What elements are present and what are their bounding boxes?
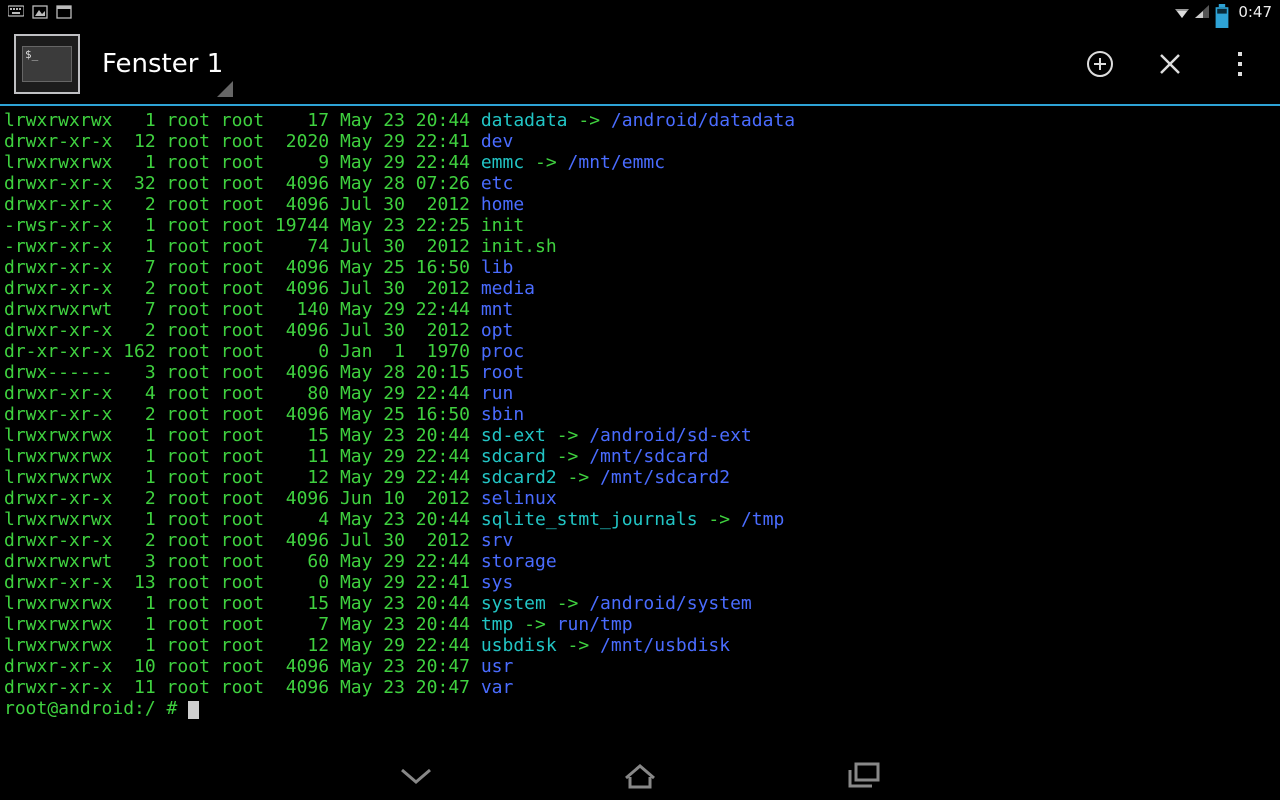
ls-row: drwxr-xr-x 2 root root 4096 Jun 10 2012 …	[4, 488, 1276, 509]
recent-icon	[846, 762, 882, 790]
ls-row: drwxr-xr-x 2 root root 4096 Jul 30 2012 …	[4, 320, 1276, 341]
wifi-icon	[1174, 4, 1190, 20]
window-icon	[56, 4, 72, 20]
back-icon	[396, 764, 436, 788]
signal-icon	[1194, 4, 1210, 20]
ls-row: lrwxrwxrwx 1 root root 11 May 29 22:44 s…	[4, 446, 1276, 467]
recent-apps-button[interactable]	[842, 760, 886, 792]
status-bar: 0:47	[0, 0, 1280, 24]
ls-row: lrwxrwxrwx 1 root root 7 May 23 20:44 tm…	[4, 614, 1276, 635]
status-left-icons	[8, 4, 72, 20]
ls-row: lrwxrwxrwx 1 root root 12 May 29 22:44 s…	[4, 467, 1276, 488]
overflow-menu-button[interactable]	[1214, 38, 1266, 90]
overflow-icon	[1236, 50, 1244, 78]
ls-row: lrwxrwxrwx 1 root root 4 May 23 20:44 sq…	[4, 509, 1276, 530]
ls-row: -rwsr-xr-x 1 root root 19744 May 23 22:2…	[4, 215, 1276, 236]
ls-row: drwx------ 3 root root 4096 May 28 20:15…	[4, 362, 1276, 383]
ls-row: drwxr-xr-x 11 root root 4096 May 23 20:4…	[4, 677, 1276, 698]
add-window-button[interactable]	[1074, 38, 1126, 90]
ls-row: drwxr-xr-x 2 root root 4096 Jul 30 2012 …	[4, 278, 1276, 299]
app-bar: Fenster 1	[0, 24, 1280, 106]
ls-row: -rwxr-xr-x 1 root root 74 Jul 30 2012 in…	[4, 236, 1276, 257]
ls-row: drwxr-xr-x 4 root root 80 May 29 22:44 r…	[4, 383, 1276, 404]
close-icon	[1157, 51, 1183, 77]
ls-row: drwxrwxrwt 7 root root 140 May 29 22:44 …	[4, 299, 1276, 320]
ls-row: drwxr-xr-x 7 root root 4096 May 25 16:50…	[4, 257, 1276, 278]
back-button[interactable]	[394, 760, 438, 792]
home-button[interactable]	[618, 760, 662, 792]
ls-row: drwxr-xr-x 12 root root 2020 May 29 22:4…	[4, 131, 1276, 152]
ls-row: drwxr-xr-x 2 root root 4096 Jul 30 2012 …	[4, 194, 1276, 215]
ls-row: lrwxrwxrwx 1 root root 9 May 29 22:44 em…	[4, 152, 1276, 173]
ls-row: lrwxrwxrwx 1 root root 15 May 23 20:44 s…	[4, 425, 1276, 446]
terminal-output[interactable]: lrwxrwxrwx 1 root root 17 May 23 20:44 d…	[0, 106, 1280, 719]
window-selector[interactable]: Fenster 1	[102, 49, 223, 79]
cursor	[188, 701, 199, 719]
ls-row: drwxr-xr-x 13 root root 0 May 29 22:41 s…	[4, 572, 1276, 593]
ls-row: drwxr-xr-x 10 root root 4096 May 23 20:4…	[4, 656, 1276, 677]
battery-icon	[1214, 4, 1230, 20]
keyboard-icon	[8, 4, 24, 20]
status-right-icons: 0:47	[1174, 3, 1272, 21]
picture-icon	[32, 4, 48, 20]
dropdown-triangle-icon	[217, 81, 233, 97]
ls-row: dr-xr-xr-x 162 root root 0 Jan 1 1970 pr…	[4, 341, 1276, 362]
home-icon	[620, 762, 660, 790]
clock: 0:47	[1238, 3, 1272, 21]
navigation-bar	[0, 752, 1280, 800]
session-thumbnail[interactable]	[14, 34, 80, 94]
close-window-button[interactable]	[1144, 38, 1196, 90]
ls-row: drwxr-xr-x 2 root root 4096 Jul 30 2012 …	[4, 530, 1276, 551]
ls-row: drwxr-xr-x 2 root root 4096 May 25 16:50…	[4, 404, 1276, 425]
ls-row: lrwxrwxrwx 1 root root 15 May 23 20:44 s…	[4, 593, 1276, 614]
prompt-line[interactable]: root@android:/ #	[4, 698, 1276, 719]
ls-row: drwxr-xr-x 32 root root 4096 May 28 07:2…	[4, 173, 1276, 194]
ls-row: lrwxrwxrwx 1 root root 17 May 23 20:44 d…	[4, 110, 1276, 131]
ls-row: drwxrwxrwt 3 root root 60 May 29 22:44 s…	[4, 551, 1276, 572]
window-label: Fenster 1	[102, 49, 223, 79]
plus-circle-icon	[1085, 49, 1115, 79]
ls-row: lrwxrwxrwx 1 root root 12 May 29 22:44 u…	[4, 635, 1276, 656]
